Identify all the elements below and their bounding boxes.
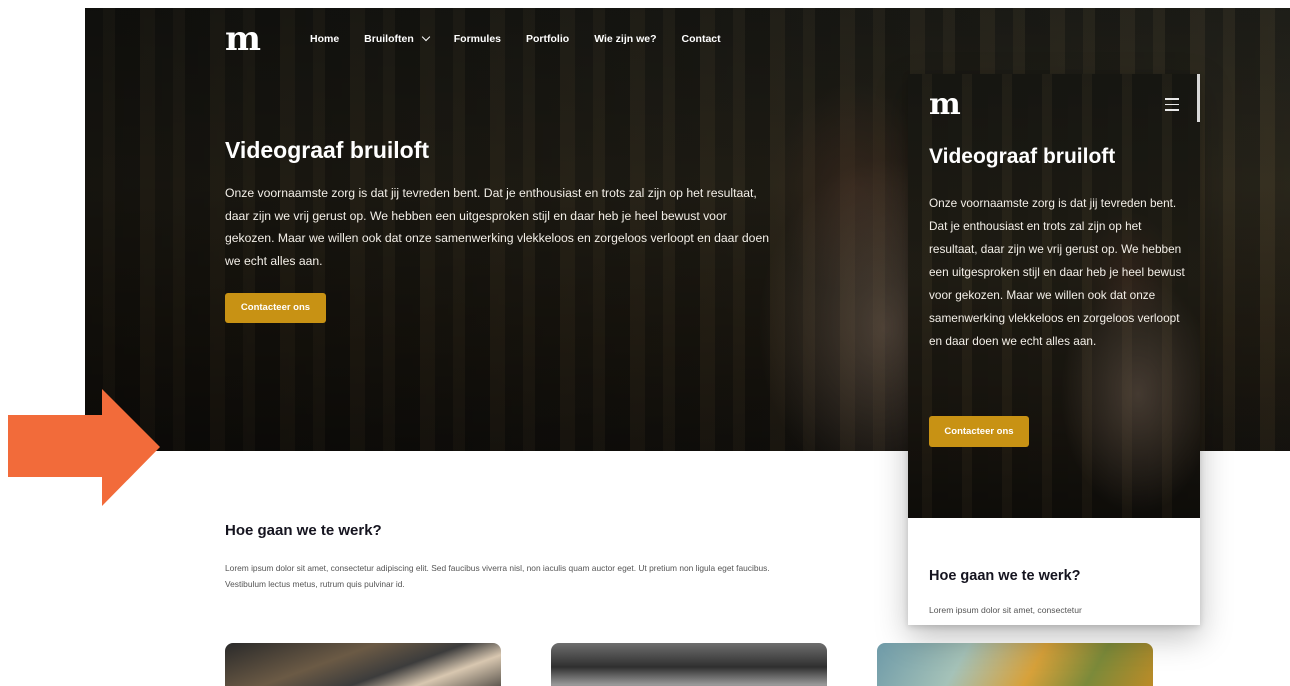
mobile-hero-text: Onze voornaamste zorg is dat jij tevrede… — [929, 196, 1185, 348]
nav-bruiloften-label: Bruiloften — [364, 33, 414, 45]
image-card-landscape[interactable] — [877, 643, 1153, 686]
nav-portfolio[interactable]: Portfolio — [526, 33, 569, 45]
mobile-section-title: Hoe gaan we te werk? — [929, 568, 1081, 584]
mobile-section-text: Lorem ipsum dolor sit amet, consectetur — [929, 605, 1082, 615]
nav-links: Home Bruiloften Formules Portfolio Wie z… — [310, 32, 746, 45]
hero-content: Videograaf bruiloft Onze voornaamste zor… — [225, 136, 770, 272]
mobile-mockup: m Videograaf bruiloft Onze voornaamste z… — [908, 74, 1200, 625]
nav-home[interactable]: Home — [310, 33, 339, 45]
desktop-nav: m Home Bruiloften Formules Portfolio Wie… — [225, 22, 746, 56]
hero-title: Videograaf bruiloft — [225, 137, 430, 163]
nav-bruiloften[interactable]: Bruiloften — [364, 32, 430, 45]
arrow-right-icon — [8, 389, 160, 506]
image-card-photo[interactable] — [551, 643, 827, 686]
hamburger-menu-icon[interactable] — [1165, 98, 1181, 112]
chevron-down-icon — [421, 32, 430, 42]
mobile-hero-title: Videograaf bruiloft — [929, 145, 1116, 168]
mobile-contact-button[interactable]: Contacteer ons — [929, 416, 1029, 447]
section-text: Lorem ipsum dolor sit amet, consectetur … — [225, 563, 770, 589]
hero-text: Onze voornaamste zorg is dat jij tevrede… — [225, 186, 770, 268]
mobile-logo[interactable]: m — [929, 90, 961, 120]
nav-formules[interactable]: Formules — [454, 33, 501, 45]
contact-button[interactable]: Contacteer ons — [225, 293, 326, 323]
nav-contact[interactable]: Contact — [682, 33, 721, 45]
section-title: Hoe gaan we te werk? — [225, 522, 382, 539]
nav-wie-zijn-we[interactable]: Wie zijn we? — [594, 33, 656, 45]
mobile-scrollbar[interactable] — [1197, 74, 1200, 122]
logo[interactable]: m — [225, 22, 261, 56]
image-card-shoe[interactable] — [225, 643, 501, 686]
screenshot-stage: m Home Bruiloften Formules Portfolio Wie… — [0, 0, 1290, 686]
